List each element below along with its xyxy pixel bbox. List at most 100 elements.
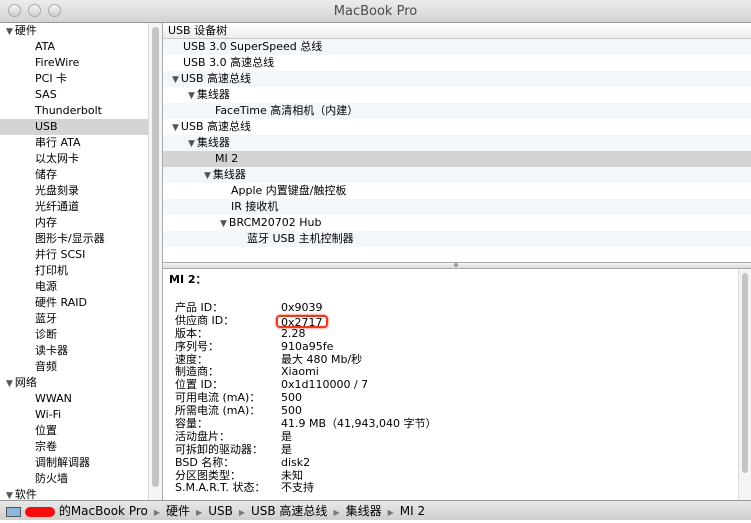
- minimize-button[interactable]: [28, 4, 41, 17]
- sidebar-group[interactable]: ▼ 硬件: [0, 23, 148, 39]
- tree-row[interactable]: MI 2: [163, 151, 751, 167]
- tree-row-label: Apple 内置键盘/触控板: [231, 184, 347, 197]
- tree-row[interactable]: 蓝牙 USB 主机控制器: [163, 231, 751, 247]
- close-button[interactable]: [8, 4, 21, 17]
- disclosure-triangle-icon[interactable]: ▼: [172, 75, 179, 85]
- disclosure-triangle-icon[interactable]: ▼: [204, 171, 211, 181]
- details-scroll-thumb[interactable]: [742, 273, 748, 473]
- property-value: 41.9 MB（41,943,040 字节）: [281, 417, 437, 431]
- sidebar-item[interactable]: 内存: [0, 215, 148, 231]
- property-key: 活动盘片：: [175, 429, 230, 443]
- redaction-mark: [25, 506, 55, 517]
- sidebar-scrollbar[interactable]: [148, 23, 162, 500]
- sidebar-item[interactable]: USB: [0, 119, 148, 135]
- pane-divider[interactable]: [163, 262, 751, 269]
- sidebar-item[interactable]: 宗卷: [0, 439, 148, 455]
- usb-device-tree: USB 设备树 USB 3.0 SuperSpeed 总线 USB 3.0 高速总…: [163, 23, 751, 262]
- sidebar-item[interactable]: 光盘刻录: [0, 183, 148, 199]
- sidebar-item[interactable]: 防火墙: [0, 471, 148, 487]
- tree-row[interactable]: IR 接收机: [163, 199, 751, 215]
- sidebar-item[interactable]: 诊断: [0, 327, 148, 343]
- tree-row[interactable]: ▼ 集线器: [163, 87, 751, 103]
- property-row: 版本： 2.28: [175, 327, 738, 341]
- path-segment[interactable]: 集线器: [346, 504, 382, 518]
- sidebar-item[interactable]: ATA: [0, 39, 148, 55]
- sidebar-group-label: 网络: [14, 376, 37, 389]
- sidebar-item[interactable]: 音频: [0, 359, 148, 375]
- details-scrollbar[interactable]: [738, 269, 751, 500]
- path-segment[interactable]: 硬件: [166, 504, 190, 518]
- disclosure-triangle-icon[interactable]: ▼: [220, 219, 227, 229]
- tree-row[interactable]: Apple 内置键盘/触控板: [163, 183, 751, 199]
- property-row: 产品 ID： 0x9039: [175, 301, 738, 315]
- sidebar-item[interactable]: 调制解调器: [0, 455, 148, 471]
- sidebar-item[interactable]: 光纤通道: [0, 199, 148, 215]
- sidebar-item[interactable]: 读卡器: [0, 343, 148, 359]
- tree-row[interactable]: USB 3.0 高速总线: [163, 55, 751, 71]
- path-segment[interactable]: USB 高速总线: [251, 504, 327, 518]
- tree-row[interactable]: USB 3.0 SuperSpeed 总线: [163, 39, 751, 55]
- property-key: S.M.A.R.T. 状态：: [175, 481, 266, 495]
- sidebar-item[interactable]: 储存: [0, 167, 148, 183]
- tree-row[interactable]: ▼ 集线器: [163, 135, 751, 151]
- zoom-button[interactable]: [48, 4, 61, 17]
- sidebar-item[interactable]: 串行 ATA: [0, 135, 148, 151]
- sidebar-item[interactable]: 图形卡/显示器: [0, 231, 148, 247]
- disclosure-triangle-icon[interactable]: ▼: [6, 379, 13, 389]
- sidebar-item[interactable]: 并行 SCSI: [0, 247, 148, 263]
- sidebar-item[interactable]: PCI 卡: [0, 71, 148, 87]
- tree-row-label: 集线器: [196, 88, 230, 101]
- sidebar-item[interactable]: 蓝牙: [0, 311, 148, 327]
- tree-row[interactable]: ▼ USB 高速总线: [163, 119, 751, 135]
- disclosure-triangle-icon[interactable]: ▼: [188, 139, 195, 149]
- sidebar-scroll-thumb[interactable]: [152, 27, 159, 487]
- tree-row-label: MI 2: [215, 152, 239, 165]
- sidebar-group[interactable]: ▼ 网络: [0, 375, 148, 391]
- window-title: MacBook Pro: [333, 4, 418, 19]
- sidebar-item[interactable]: 打印机: [0, 263, 148, 279]
- tree-row-label: USB 3.0 SuperSpeed 总线: [183, 40, 323, 53]
- sidebar: ▼ 硬件 ATA FireWire PCI 卡 SAS Thunderbolt USB 串行 A…: [0, 23, 148, 500]
- sidebar-item[interactable]: 以太网卡: [0, 151, 148, 167]
- path-separator-icon: ▶: [153, 508, 161, 517]
- tree-row-label: BRCM20702 Hub: [228, 216, 322, 229]
- property-key: 可拆卸的驱动器：: [175, 442, 263, 456]
- sidebar-group[interactable]: ▼ 软件: [0, 487, 148, 500]
- sidebar-item[interactable]: Thunderbolt: [0, 103, 148, 119]
- property-row: S.M.A.R.T. 状态： 不支持: [175, 482, 738, 495]
- tree-row[interactable]: ▼ 集线器: [163, 167, 751, 183]
- computer-icon: [6, 506, 21, 517]
- disclosure-triangle-icon[interactable]: ▼: [188, 91, 195, 101]
- tree-row-label: USB 高速总线: [180, 120, 251, 133]
- property-key: BSD 名称：: [175, 455, 235, 469]
- path-segment[interactable]: USB: [208, 504, 233, 518]
- sidebar-item[interactable]: 电源: [0, 279, 148, 295]
- sidebar-item[interactable]: Wi-Fi: [0, 407, 148, 423]
- path-segment[interactable]: MI 2: [400, 504, 425, 518]
- tree-row[interactable]: ▼ BRCM20702 Hub: [163, 215, 751, 231]
- sidebar-item[interactable]: FireWire: [0, 55, 148, 71]
- sidebar-item[interactable]: 位置: [0, 423, 148, 439]
- tree-row[interactable]: FaceTime 高清相机（内建）: [163, 103, 751, 119]
- property-row: 制造商： Xiaomi: [175, 366, 738, 379]
- property-key: 容量：: [175, 417, 208, 431]
- path-segment[interactable]: 的MacBook Pro: [59, 504, 148, 518]
- property-row: 速度： 最大 480 Mb/秒: [175, 353, 738, 367]
- property-value: 不支持: [281, 481, 314, 495]
- tree-header: USB 设备树: [163, 23, 751, 39]
- property-key: 序列号：: [175, 339, 219, 353]
- tree-row[interactable]: ▼ USB 高速总线: [163, 71, 751, 87]
- tree-row-label: 集线器: [196, 136, 230, 149]
- disclosure-triangle-icon[interactable]: ▼: [6, 491, 13, 500]
- property-row: BSD 名称： disk2: [175, 455, 738, 470]
- tree-row-label: 蓝牙 USB 主机控制器: [247, 232, 354, 245]
- sidebar-item[interactable]: 硬件 RAID: [0, 295, 148, 311]
- disclosure-triangle-icon[interactable]: ▼: [172, 123, 179, 133]
- sidebar-item[interactable]: WWAN: [0, 391, 148, 407]
- path-separator-icon: ▶: [196, 508, 203, 517]
- sidebar-item[interactable]: SAS: [0, 87, 148, 103]
- property-key: 供应商 ID：: [175, 313, 235, 327]
- property-value: 是: [281, 442, 292, 456]
- disclosure-triangle-icon[interactable]: ▼: [6, 27, 13, 37]
- path-separator-icon: ▶: [333, 508, 340, 517]
